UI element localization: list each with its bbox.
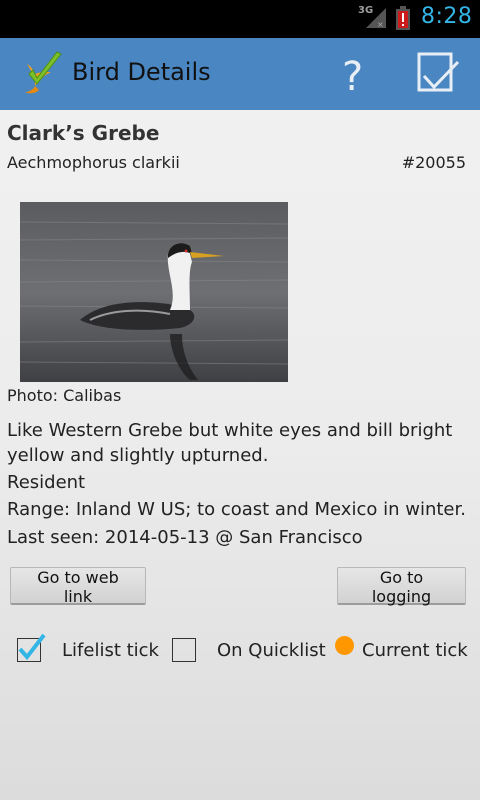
current-tick-indicator: [335, 636, 354, 655]
checkmark-icon: [18, 633, 46, 661]
photo-credit: Photo: Calibas: [7, 386, 122, 405]
web-link-button[interactable]: Go to web link: [10, 567, 146, 606]
current-tick-label: Current tick: [362, 640, 468, 661]
battery-alert-icon: [396, 6, 410, 30]
svg-text:×: ×: [377, 20, 384, 29]
svg-text:?: ?: [342, 54, 363, 98]
logging-button[interactable]: Go to logging: [337, 567, 466, 606]
signal-strength-icon: ×: [366, 8, 386, 29]
status-clock: 8:28: [421, 4, 473, 29]
quicklist-label: On Quicklist: [217, 640, 326, 661]
checklist-icon[interactable]: [412, 50, 464, 98]
last-seen: Last seen: 2014-05-13 @ San Francisco: [7, 527, 363, 548]
bird-range: Range: Inland W US; to coast and Mexico …: [7, 499, 466, 520]
bird-photo: [20, 202, 288, 382]
bird-status: Resident: [7, 472, 86, 493]
bird-common-name: Clark’s Grebe: [7, 121, 160, 145]
bird-description: Like Western Grebe but white eyes and bi…: [7, 420, 453, 466]
bird-logo-icon[interactable]: [21, 50, 65, 96]
page-title: Bird Details: [72, 58, 211, 86]
help-icon[interactable]: ?: [330, 50, 376, 98]
bird-id: #20055: [401, 153, 466, 172]
bird-scientific-name: Aechmophorus clarkii: [7, 153, 180, 172]
lifelist-checkbox[interactable]: [17, 633, 46, 662]
status-bar: 3G × 8:28: [0, 0, 480, 38]
lifelist-label: Lifelist tick: [62, 640, 159, 661]
quicklist-checkbox[interactable]: [172, 638, 196, 662]
action-bar: Bird Details ?: [0, 38, 480, 110]
